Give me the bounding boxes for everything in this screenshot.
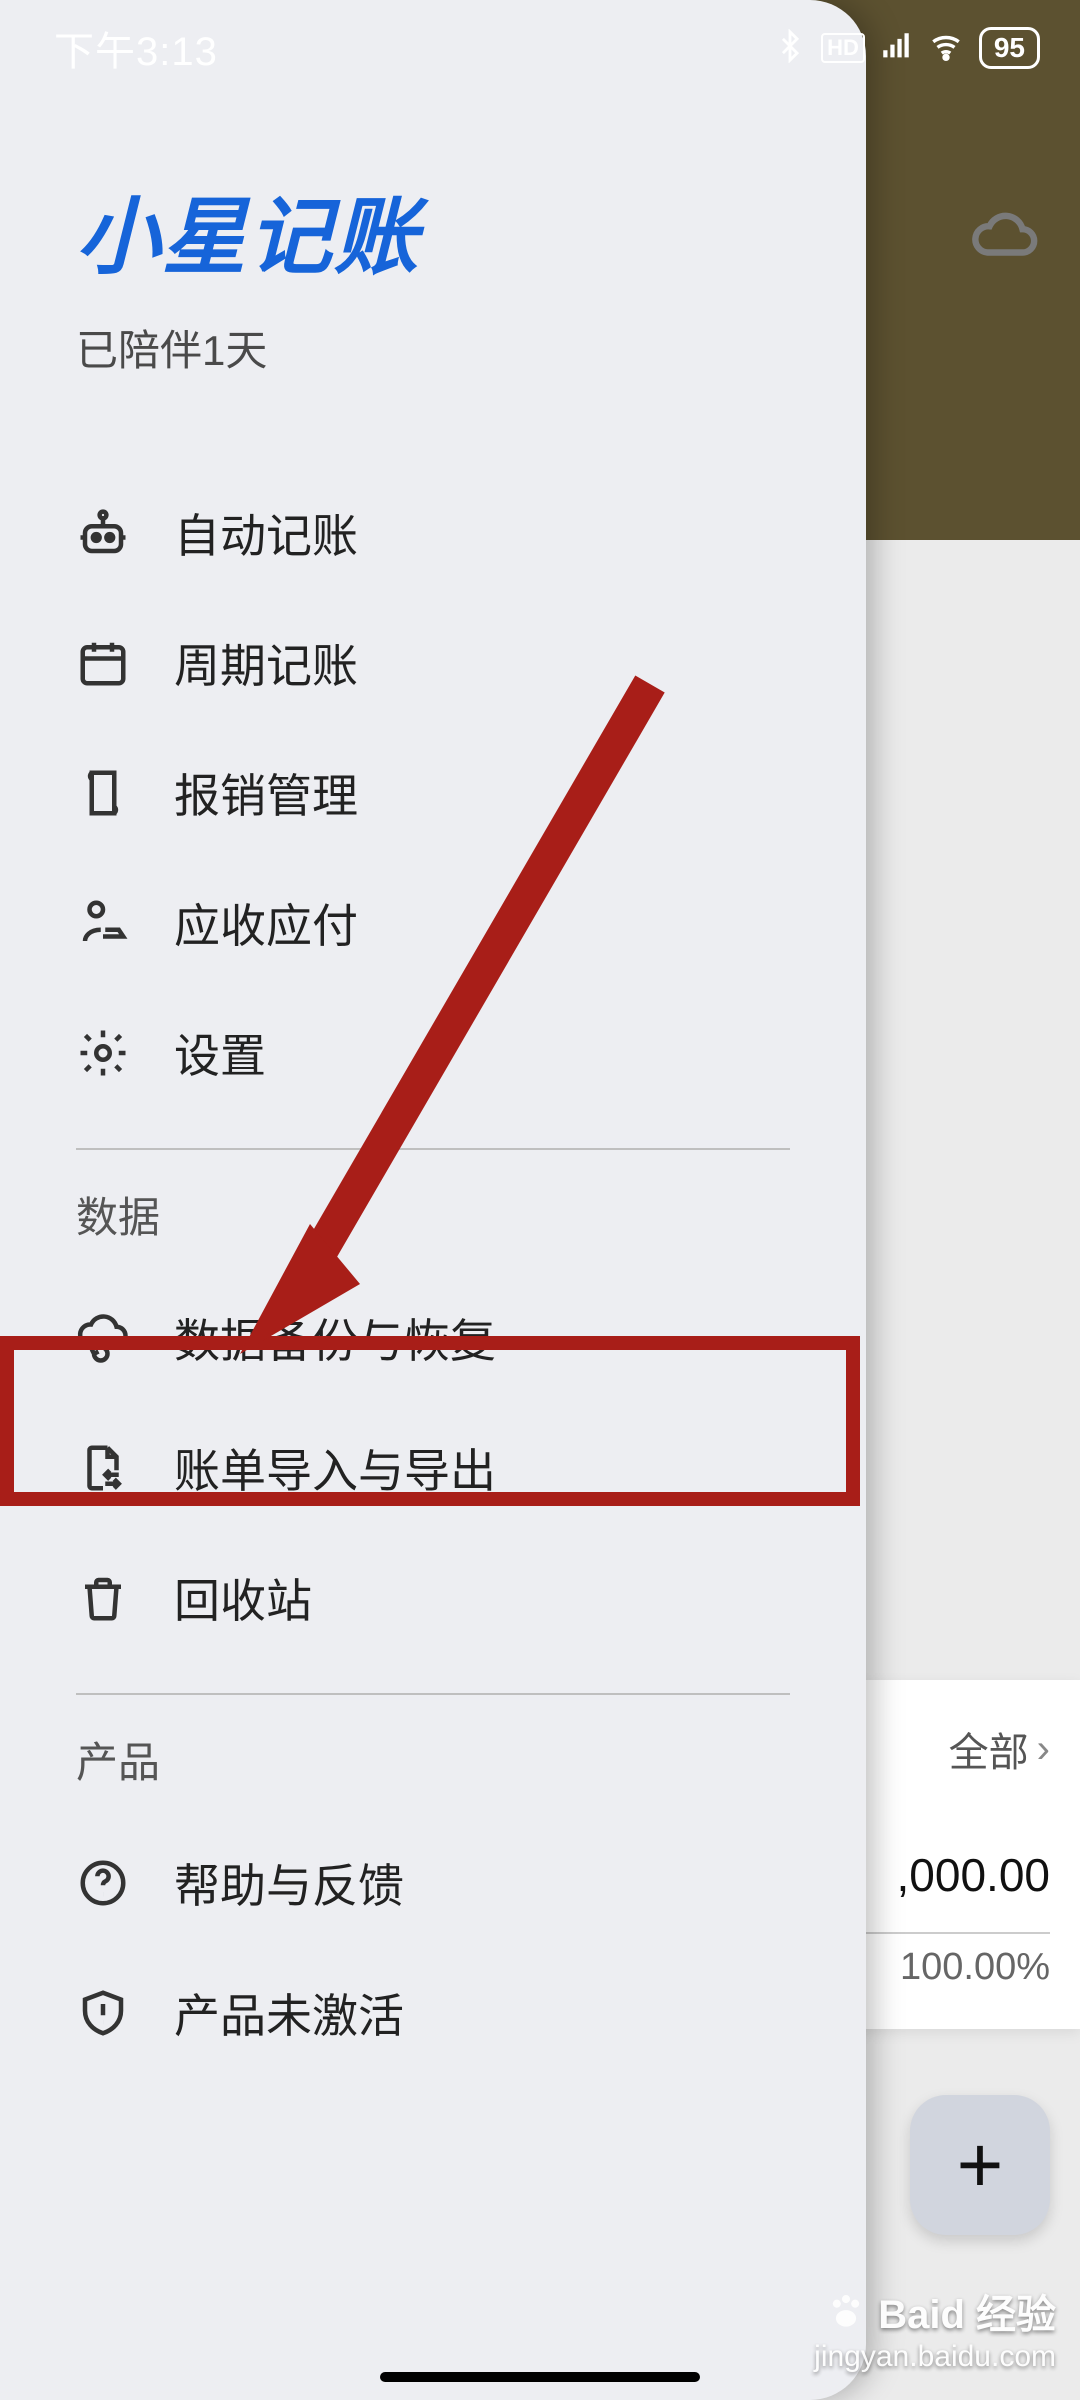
divider [76, 1148, 790, 1150]
filter-label: 全部 [949, 1720, 1029, 1778]
filter-all[interactable]: 全部 › [850, 1720, 1050, 1778]
percent-value: 100.00% [850, 1932, 1050, 1989]
watermark-brand: Baid 经验 [878, 2282, 1056, 2340]
amount-value: ,000.00 [850, 1848, 1050, 1902]
menu-label: 产品未激活 [174, 1980, 404, 2046]
home-indicator[interactable] [380, 2372, 700, 2382]
menu-label: 自动记账 [174, 500, 358, 566]
menu-main: 自动记账 周期记账 报销管理 应收应付 设置 [76, 468, 790, 1118]
chevron-right-icon: › [1037, 1727, 1050, 1772]
menu-item-settings[interactable]: 设置 [76, 988, 790, 1118]
menu-item-reimbursement[interactable]: 报销管理 [76, 728, 790, 858]
file-swap-icon [76, 1441, 130, 1495]
section-data-label: 数据 [76, 1184, 790, 1245]
menu-item-receivable-payable[interactable]: 应收应付 [76, 858, 790, 988]
menu-label: 报销管理 [174, 760, 358, 826]
hand-coin-icon [76, 896, 130, 950]
gear-icon [76, 1026, 130, 1080]
side-drawer: 小星记账 已陪伴1天 自动记账 周期记账 报销管理 应收应付 [0, 0, 866, 2400]
menu-label: 账单导入与导出 [174, 1435, 496, 1501]
menu-item-auto-record[interactable]: 自动记账 [76, 468, 790, 598]
menu-item-recycle-bin[interactable]: 回收站 [76, 1533, 790, 1663]
menu-label: 回收站 [174, 1565, 312, 1631]
menu-data: 数据备份与恢复 账单导入与导出 回收站 [76, 1273, 790, 1663]
companion-days: 已陪伴1天 [76, 317, 790, 378]
menu-item-backup-restore[interactable]: 数据备份与恢复 [76, 1273, 790, 1403]
section-product-label: 产品 [76, 1729, 790, 1790]
app-title: 小星记账 [76, 170, 790, 291]
paw-icon [824, 2289, 868, 2333]
menu-item-import-export[interactable]: 账单导入与导出 [76, 1403, 790, 1533]
receipt-icon [76, 766, 130, 820]
watermark: Baid 经验 jingyan.baidu.com [814, 2282, 1056, 2374]
watermark-url: jingyan.baidu.com [814, 2340, 1056, 2374]
divider [76, 1693, 790, 1695]
menu-label: 设置 [174, 1020, 266, 1086]
help-icon [76, 1856, 130, 1910]
menu-item-cycle-record[interactable]: 周期记账 [76, 598, 790, 728]
menu-label: 数据备份与恢复 [174, 1305, 496, 1371]
screen-root: 全部 › ,000.00 100.00% + 小星记账 已陪伴1天 自动记账 周… [0, 0, 1080, 2400]
trash-icon [76, 1571, 130, 1625]
menu-label: 帮助与反馈 [174, 1850, 404, 1916]
plus-icon: + [957, 2119, 1004, 2211]
menu-product: 帮助与反馈 产品未激活 [76, 1818, 790, 2078]
calendar-icon [76, 636, 130, 690]
menu-item-help-feedback[interactable]: 帮助与反馈 [76, 1818, 790, 1948]
menu-label: 周期记账 [174, 630, 358, 696]
shield-alert-icon [76, 1986, 130, 2040]
menu-label: 应收应付 [174, 890, 358, 956]
cloud-sync-icon [76, 1311, 130, 1365]
cloud-sync-button[interactable] [970, 200, 1040, 260]
add-record-fab[interactable]: + [910, 2095, 1050, 2235]
robot-icon [76, 506, 130, 560]
menu-item-product-inactive[interactable]: 产品未激活 [76, 1948, 790, 2078]
